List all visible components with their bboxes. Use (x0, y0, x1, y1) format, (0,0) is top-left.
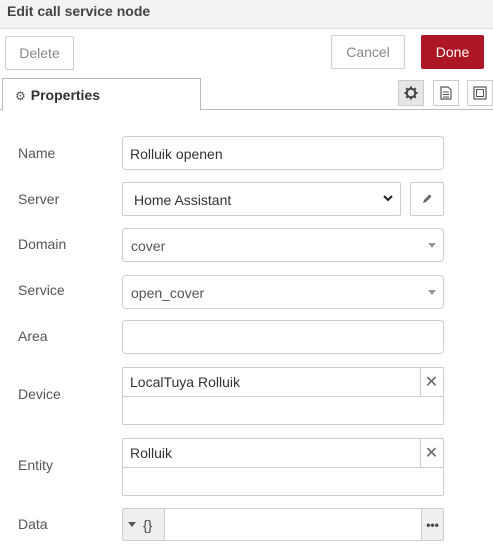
entity-selector: Rolluik ✕ (122, 438, 444, 496)
appearance-icon (473, 86, 487, 100)
area-label: Area (18, 328, 48, 344)
name-value: Rolluik openen (130, 146, 223, 162)
tab-properties-label: Properties (30, 87, 101, 103)
area-input[interactable] (122, 320, 444, 354)
device-input[interactable] (123, 397, 443, 424)
properties-tab-button[interactable] (398, 80, 424, 106)
remove-entity-button[interactable]: ✕ (420, 439, 443, 468)
data-type-select[interactable]: {} (123, 509, 165, 540)
pencil-icon (423, 194, 432, 203)
entity-selected-item: Rolluik (123, 439, 421, 468)
domain-value: cover (131, 238, 166, 254)
device-selected-item: LocalTuya Rolluik (123, 368, 421, 397)
remove-device-button[interactable]: ✕ (420, 368, 443, 397)
tab-bar: ⚙ Properties (0, 76, 493, 111)
device-selector: LocalTuya Rolluik ✕ (122, 367, 444, 425)
done-button[interactable]: Done (421, 35, 484, 69)
name-label: Name (18, 145, 56, 161)
tab-properties[interactable]: ⚙ Properties (2, 78, 201, 111)
gear-icon: ⚙ (15, 89, 26, 103)
device-value: LocalTuya Rolluik (130, 374, 240, 390)
more-icon[interactable]: ••• (421, 509, 443, 540)
service-label: Service (18, 282, 65, 298)
caret-down-icon (428, 243, 436, 248)
service-value: open_cover (131, 285, 205, 301)
name-input[interactable]: Rolluik openen (122, 136, 444, 170)
data-type-label: {} (143, 516, 153, 533)
caret-down-icon (428, 290, 436, 295)
domain-select[interactable]: cover (122, 228, 444, 262)
chevron-down-icon (383, 195, 393, 202)
device-label: Device (18, 386, 61, 402)
data-field: {} ••• (122, 508, 444, 541)
gear-icon (404, 86, 418, 100)
appearance-tab-button[interactable] (467, 80, 493, 106)
data-input[interactable] (167, 509, 420, 540)
edit-server-button[interactable] (410, 182, 444, 216)
description-tab-button[interactable] (433, 80, 459, 106)
entity-label: Entity (18, 457, 54, 473)
service-select[interactable]: open_cover (122, 275, 444, 309)
domain-label: Domain (18, 236, 67, 252)
cancel-button[interactable]: Cancel (331, 35, 405, 69)
entity-value: Rolluik (130, 445, 173, 461)
delete-button[interactable]: Delete (5, 36, 74, 70)
server-select[interactable]: Home Assistant (122, 182, 401, 216)
server-value: Home Assistant (134, 192, 232, 208)
data-label: Data (18, 516, 48, 532)
entity-input[interactable] (123, 468, 443, 495)
caret-down-icon (128, 522, 136, 527)
dialog-title: Edit call service node (0, 0, 493, 29)
description-icon (440, 86, 452, 100)
dialog-toolbar: Delete Cancel Done (0, 29, 493, 76)
server-label: Server (18, 191, 60, 207)
